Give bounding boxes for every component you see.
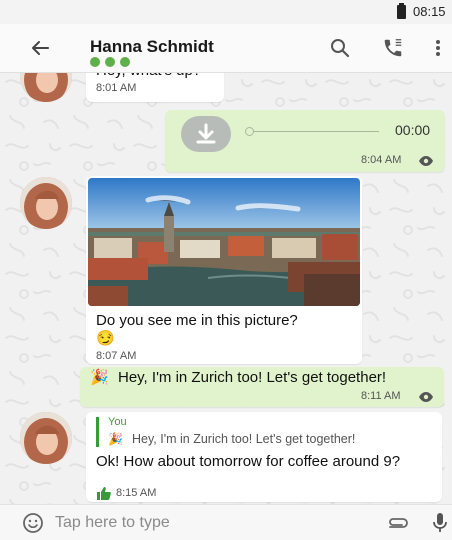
voice-progress-handle[interactable] — [245, 127, 254, 136]
quote-text: Hey, I'm in Zurich too! Let's get togeth… — [132, 432, 356, 446]
arrow-left-icon — [32, 41, 49, 55]
thumbs-up-icon — [97, 487, 111, 500]
back-button[interactable] — [28, 36, 52, 60]
message-time: 8:15 AM — [116, 487, 157, 499]
message-bubble-outgoing[interactable]: 🎉 Hey, I'm in Zurich too! Let's get toge… — [80, 367, 444, 407]
message-time: 8:04 AM — [361, 154, 402, 166]
voice-duration: 00:00 — [395, 122, 431, 138]
city-photo — [88, 178, 360, 306]
contact-name[interactable]: Hanna Schmidt — [90, 37, 214, 57]
voice-message-bubble[interactable]: 00:00 8:04 AM — [165, 110, 445, 172]
smiley-icon — [23, 513, 43, 533]
trust-dot — [120, 57, 130, 67]
quote-bar — [96, 417, 99, 447]
eye-icon — [419, 156, 433, 166]
message-input[interactable]: Tap here to type — [55, 514, 170, 532]
status-bar: 08:15 — [0, 0, 452, 25]
phone-icon — [384, 39, 402, 57]
composer-bar: Tap here to type — [0, 504, 452, 540]
reply-message-bubble[interactable]: You 🎉 Hey, I'm in Zurich too! Let's get … — [86, 412, 442, 502]
eye-icon — [419, 392, 433, 402]
message-text: Hey, what's up? — [96, 72, 201, 81]
more-vertical-icon — [436, 40, 440, 56]
image-message-bubble[interactable]: Do you see me in this picture? 😏 8:07 AM — [86, 176, 362, 364]
battery-icon — [397, 3, 406, 19]
message-time: 8:01 AM — [96, 82, 137, 94]
message-image[interactable] — [88, 178, 360, 306]
voice-record-button[interactable] — [432, 512, 448, 534]
avatar-image — [20, 412, 72, 464]
quote-author: You — [108, 416, 127, 428]
emoji-smirk: 😏 — [96, 330, 115, 347]
message-bubble-incoming[interactable]: Hey, what's up? 8:01 AM — [86, 72, 224, 102]
download-icon — [196, 123, 216, 144]
emoji-button[interactable] — [22, 512, 44, 534]
quote-emoji: 🎉 — [108, 432, 123, 446]
contact-avatar[interactable] — [20, 412, 72, 464]
message-list[interactable]: Hey, what's up? 8:01 AM 00:00 8:04 AM — [0, 72, 452, 504]
call-button[interactable] — [382, 37, 404, 59]
status-time: 08:15 — [413, 4, 446, 19]
avatar-image — [20, 177, 72, 229]
message-text: Hey, I'm in Zurich too! Let's get togeth… — [118, 369, 387, 386]
trust-level-indicator — [90, 57, 130, 67]
trust-dot — [105, 57, 115, 67]
contact-avatar[interactable] — [20, 177, 72, 229]
chat-header: Hanna Schmidt — [0, 24, 452, 73]
emoji-party: 🎉 — [90, 369, 109, 386]
paperclip-icon — [389, 518, 408, 528]
message-text: Do you see me in this picture? — [96, 312, 298, 329]
search-icon — [331, 39, 350, 58]
message-time: 8:11 AM — [361, 390, 401, 402]
play-download-button[interactable] — [181, 116, 231, 152]
voice-progress-track[interactable] — [249, 131, 379, 132]
trust-dot — [90, 57, 100, 67]
microphone-icon — [433, 513, 447, 532]
overflow-menu-button[interactable] — [428, 37, 448, 59]
search-button[interactable] — [329, 37, 351, 59]
message-time: 8:07 AM — [96, 350, 137, 362]
message-text: Ok! How about tomorrow for coffee around… — [96, 453, 401, 470]
quoted-message[interactable]: You 🎉 Hey, I'm in Zurich too! Let's get … — [96, 416, 426, 447]
attach-button[interactable] — [386, 513, 410, 533]
